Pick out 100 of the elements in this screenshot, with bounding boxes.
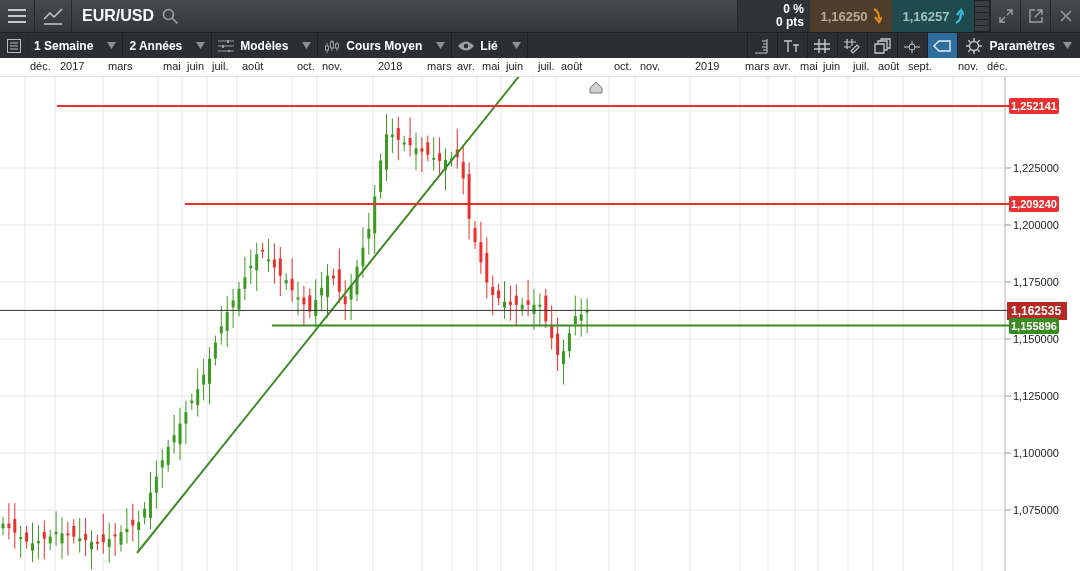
candlestick [72,518,76,545]
caret-icon [302,42,312,49]
candlestick [143,501,147,525]
price-axis-label: 1,175000 [1013,276,1059,288]
candlestick [532,288,536,331]
time-axis-label: août [561,60,583,72]
candlestick [243,256,247,301]
dropdown[interactable]: 1 Semaine [28,33,124,58]
settings-icon [965,37,982,54]
price-level-tag: 1,209240 [1009,195,1059,212]
candlestick [585,297,589,334]
candlestick [449,151,453,168]
candlestick [54,510,58,547]
candlestick [7,502,11,541]
time-axis-label: juil. [853,60,870,72]
candlestick [402,135,406,152]
candlestick [573,295,577,336]
caret-icon [196,42,206,49]
candlestick [544,288,548,329]
candlestick [331,268,335,286]
dropdown[interactable]: 2 Années [123,33,213,58]
candlestick [349,273,353,321]
candlestick [267,238,270,273]
time-axis-label: mai [482,60,500,72]
time-axis-label: mars [108,60,133,72]
candlestick [255,242,259,292]
candlestick [19,525,23,559]
candlestick [190,393,194,411]
candlestick [25,525,29,549]
price-level-tag: 1,252141 [1009,98,1059,115]
caret-icon [436,42,446,49]
caret-icon [1063,42,1072,49]
candlestick [508,285,512,322]
candlestick [60,516,64,560]
change-percent: 0 % [783,3,804,16]
marker-icon [589,81,603,94]
candlestick [290,257,294,303]
candlestick [131,503,135,542]
candlestick [237,281,241,317]
dropdown[interactable]: Modèles [212,33,319,58]
time-axis-label: déc. [30,60,51,72]
up-arrow-icon [953,8,964,24]
time-axis-label: mai [800,60,818,72]
dropdown[interactable]: Cours Moyen [318,33,453,58]
dropdown[interactable]: Lié [452,33,528,58]
caret-icon [107,42,117,49]
candlestick [272,242,276,284]
time-axis-label: sept. [908,60,932,72]
search-icon[interactable] [162,8,178,24]
candlestick [1,516,5,536]
time-axis-label: oct. [297,60,315,72]
candlestick [320,271,324,312]
candlestick [36,524,40,560]
candlestick [261,242,265,259]
candlestick [514,283,518,326]
candlestick [219,305,223,346]
tag-tool-icon[interactable] [926,33,957,58]
candlestick [373,184,377,255]
candlestick [367,212,371,255]
time-axis-label: juin [506,60,524,72]
price-axis-label: 1,200000 [1013,219,1059,231]
settings-dropdown[interactable]: Paramètres [956,33,1080,58]
candlestick [42,520,46,560]
candlestick-icon [324,38,341,53]
time-axis-label: juin [187,60,205,72]
candlestick [90,529,93,571]
time-axis-label: 2018 [378,60,403,72]
candlestick [361,226,365,279]
time-axis-label: juil. [212,60,229,72]
candlestick [160,448,164,489]
candlestick [284,272,288,291]
time-axis-label: mars [427,60,452,72]
candlestick [225,295,229,348]
candlestick [408,117,412,158]
price-axis-label: 1,150000 [1013,333,1059,345]
down-arrow-icon [871,8,882,24]
sell-price-button[interactable]: 1,16250 [810,0,892,32]
candlestick [172,414,176,455]
candlestick [178,407,182,461]
time-axis-label: 2017 [60,60,85,72]
time-axis-label: nov. [322,60,342,72]
candlestick [491,275,495,316]
candlestick [213,335,217,366]
price-axis-label: 1,075000 [1013,504,1059,516]
candlestick [95,534,99,551]
sliders-icon [218,39,235,52]
candlestick [420,136,424,173]
time-axis-label: avr. [457,60,475,72]
symbol-title: EUR/USD [82,7,154,25]
candlestick [154,460,158,510]
time-axis-label: mai [163,60,181,72]
candlestick [84,517,88,557]
candlestick [379,153,383,200]
candlestick [13,502,17,550]
candlestick [503,280,506,320]
time-axis-label: juin [823,60,841,72]
change-points: 0 pts [776,16,804,29]
buy-price-button[interactable]: 1,16257 [892,0,974,32]
candlestick [166,439,170,473]
candlestick [556,317,560,372]
